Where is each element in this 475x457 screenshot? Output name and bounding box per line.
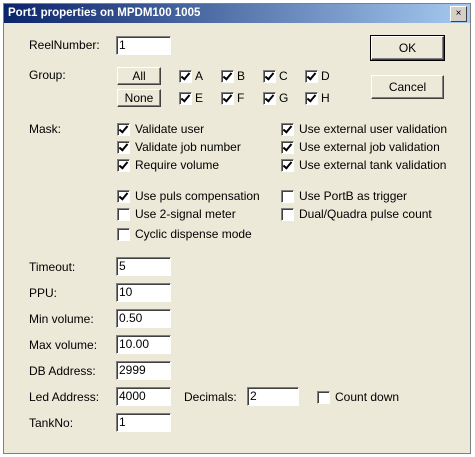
group-checkbox-label: F	[237, 91, 245, 105]
timeout-label: Timeout:	[29, 260, 76, 274]
cancel-button[interactable]: Cancel	[371, 75, 444, 99]
tankno-label: TankNo:	[29, 416, 74, 430]
reelnumber-label: ReelNumber:	[29, 38, 100, 52]
count-down-checkbox-box[interactable]	[317, 390, 330, 404]
group-checkbox-c[interactable]: C	[263, 69, 288, 83]
tankno-input[interactable]: 1	[116, 413, 171, 432]
group-checkbox-g[interactable]: G	[263, 91, 288, 105]
mask-option-label: Use PortB as trigger	[299, 189, 408, 203]
group-checkbox-a[interactable]: A	[179, 69, 203, 83]
mask-option-label: Use external tank validation	[299, 158, 447, 172]
group-checkbox-e[interactable]: E	[179, 91, 203, 105]
mask-option-dual-quadra-pulse-count[interactable]: Dual/Quadra pulse count	[281, 207, 432, 221]
group-checkbox-b[interactable]: B	[221, 69, 245, 83]
checkbox-box[interactable]	[281, 140, 294, 154]
db-address-input[interactable]: 2999	[116, 361, 171, 380]
checkbox-box[interactable]	[117, 227, 130, 241]
checkbox-box[interactable]	[117, 140, 130, 154]
checkbox-box[interactable]	[263, 69, 276, 83]
mask-option-label: Dual/Quadra pulse count	[299, 207, 432, 221]
led-address-label: Led Address:	[29, 390, 100, 404]
decimals-input[interactable]: 2	[247, 387, 299, 406]
max-volume-label: Max volume:	[29, 338, 98, 352]
mask-option-use-external-job-validation[interactable]: Use external job validation	[281, 140, 440, 154]
group-checkbox-d[interactable]: D	[305, 69, 330, 83]
close-button[interactable]: ×	[450, 6, 467, 22]
mask-option-use-2-signal-meter[interactable]: Use 2-signal meter	[117, 207, 236, 221]
checkbox-box[interactable]	[117, 158, 130, 172]
mask-option-use-portb-as-trigger[interactable]: Use PortB as trigger	[281, 189, 407, 203]
group-checkbox-label: B	[237, 69, 246, 83]
group-label: Group:	[29, 68, 66, 82]
group-checkbox-h[interactable]: H	[305, 91, 330, 105]
checkbox-box[interactable]	[179, 91, 192, 105]
mask-option-label: Validate job number	[135, 140, 241, 154]
checkbox-box[interactable]	[281, 189, 294, 203]
mask-option-label: Use puls compensation	[135, 189, 260, 203]
decimals-label: Decimals:	[184, 390, 237, 404]
mask-option-use-external-user-validation[interactable]: Use external user validation	[281, 122, 447, 136]
reelnumber-input[interactable]: 1	[116, 36, 171, 55]
mask-option-validate-user[interactable]: Validate user	[117, 122, 204, 136]
group-checkbox-label: C	[279, 69, 288, 83]
group-checkbox-label: D	[321, 69, 330, 83]
mask-option-label: Validate user	[135, 122, 205, 136]
mask-option-label: Cyclic dispense mode	[135, 227, 252, 241]
mask-option-use-puls-compensation[interactable]: Use puls compensation	[117, 189, 260, 203]
checkbox-box[interactable]	[117, 207, 130, 221]
ok-button[interactable]: OK	[370, 35, 445, 61]
group-checkbox-f[interactable]: F	[221, 91, 244, 105]
window-title: Port1 properties on MPDM100 1005	[8, 7, 201, 19]
select-no-groups-button[interactable]: None	[117, 89, 161, 107]
group-checkbox-label: E	[195, 91, 204, 105]
mask-option-require-volume[interactable]: Require volume	[117, 158, 219, 172]
checkbox-box[interactable]	[305, 69, 318, 83]
group-checkbox-label: A	[195, 69, 204, 83]
checkbox-box[interactable]	[281, 207, 294, 221]
mask-option-label: Use external user validation	[299, 122, 448, 136]
checkbox-box[interactable]	[179, 69, 192, 83]
mask-option-cyclic-dispense-mode[interactable]: Cyclic dispense mode	[117, 227, 252, 241]
timeout-input[interactable]: 5	[116, 257, 171, 276]
mask-option-use-external-tank-validation[interactable]: Use external tank validation	[281, 158, 446, 172]
min-volume-label: Min volume:	[29, 312, 94, 326]
mask-option-validate-job-number[interactable]: Validate job number	[117, 140, 241, 154]
group-checkbox-label: G	[279, 91, 289, 105]
checkbox-box[interactable]	[117, 189, 130, 203]
min-volume-input[interactable]: 0.50	[116, 309, 171, 328]
checkbox-box[interactable]	[281, 158, 294, 172]
checkbox-box[interactable]	[281, 122, 294, 136]
mask-option-label: Use external job validation	[299, 140, 440, 154]
ppu-label: PPU:	[29, 286, 58, 300]
title-bar[interactable]: Port1 properties on MPDM100 1005 ×	[4, 4, 470, 23]
ppu-input[interactable]: 10	[116, 283, 171, 302]
count-down-checkbox[interactable]: Count down	[317, 390, 399, 404]
checkbox-box[interactable]	[305, 91, 318, 105]
group-checkbox-label: H	[321, 91, 330, 105]
select-all-groups-button[interactable]: All	[117, 67, 161, 85]
count-down-label: Count down	[335, 390, 400, 404]
led-address-input[interactable]: 4000	[116, 387, 171, 406]
mask-label: Mask:	[29, 122, 62, 136]
db-address-label: DB Address:	[29, 364, 96, 378]
checkbox-box[interactable]	[221, 69, 234, 83]
checkbox-box[interactable]	[117, 122, 130, 136]
max-volume-input[interactable]: 10.00	[116, 335, 171, 354]
mask-option-label: Use 2-signal meter	[135, 207, 236, 221]
checkbox-box[interactable]	[263, 91, 276, 105]
mask-option-label: Require volume	[135, 158, 220, 172]
checkbox-box[interactable]	[221, 91, 234, 105]
